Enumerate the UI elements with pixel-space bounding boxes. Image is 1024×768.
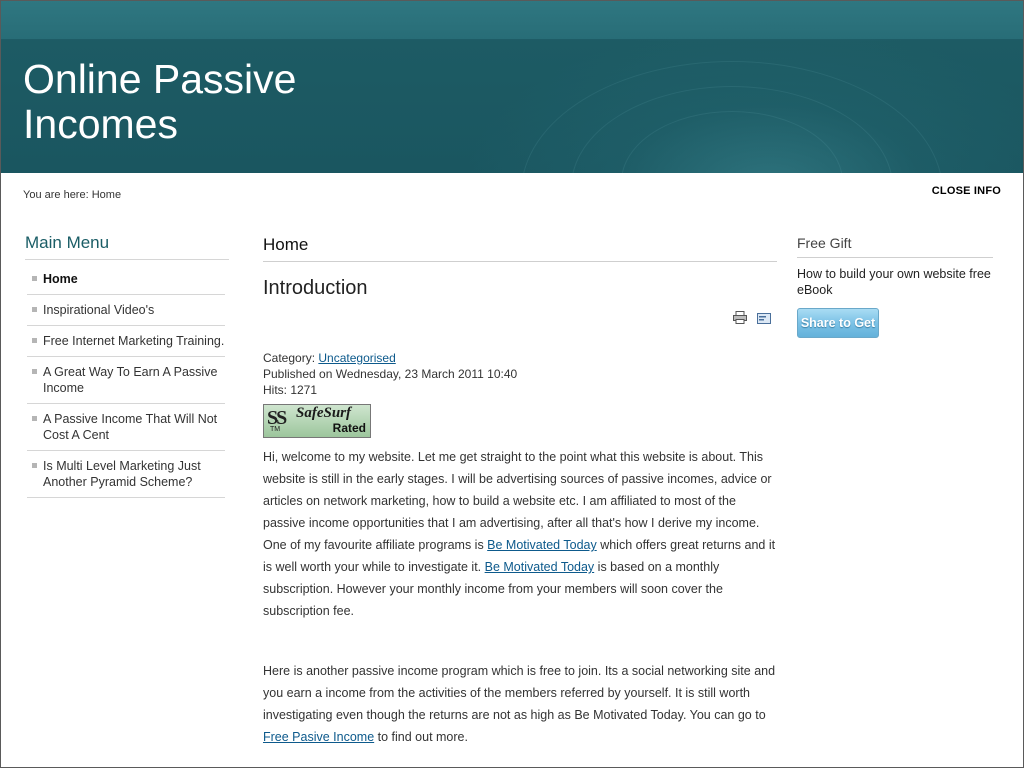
menu-item-great-way-to-earn[interactable]: A Great Way To Earn A Passive Income <box>27 357 225 404</box>
paragraph-2-text-b: to find out more. <box>374 730 468 744</box>
menu-item-passive-income-no-cost[interactable]: A Passive Income That Will Not Cost A Ce… <box>27 404 225 451</box>
menu-item-free-internet-marketing-training[interactable]: Free Internet Marketing Training. <box>27 326 225 357</box>
free-pasive-income-link[interactable]: Free Pasive Income <box>263 730 374 744</box>
category-link[interactable]: Uncategorised <box>318 351 395 365</box>
browser-page: Online Passive Incomes You are here: Hom… <box>0 0 1024 768</box>
paragraph-1: Hi, welcome to my website. Let me get st… <box>263 446 777 622</box>
free-gift-text: How to build your own website free eBook <box>797 267 991 297</box>
breadcrumb: You are here: Home <box>23 189 121 201</box>
main-menu-list: Home Inspirational Video's Free Internet… <box>23 264 225 498</box>
menu-item-multi-level-marketing[interactable]: Is Multi Level Marketing Just Another Py… <box>27 451 225 498</box>
article-title: Introduction <box>263 277 368 299</box>
badge-tm: TM <box>270 426 281 433</box>
email-icon[interactable] <box>757 311 771 329</box>
article-body: Hi, welcome to my website. Let me get st… <box>263 446 777 748</box>
badge-title: SafeSurf <box>296 405 352 421</box>
menu-item-inspirational-videos[interactable]: Inspirational Video's <box>27 295 225 326</box>
page-heading: Home <box>263 233 777 262</box>
main-content: Home Introduction Category: Uncategorise… <box>263 233 777 767</box>
main-menu: Main Menu Home Inspirational Video's Fre… <box>23 233 229 498</box>
site-header: Online Passive Incomes <box>1 1 1023 173</box>
site-title[interactable]: Online Passive Incomes <box>23 57 383 147</box>
article-icons <box>727 311 771 329</box>
close-info-button[interactable]: CLOSE INFO <box>932 185 1001 197</box>
category-label: Category: <box>263 351 316 365</box>
be-motivated-today-link[interactable]: Be Motivated Today <box>487 538 597 552</box>
be-motivated-today-link-2[interactable]: Be Motivated Today <box>485 560 595 574</box>
print-icon[interactable] <box>732 311 747 329</box>
share-to-get-button[interactable]: Share to Get <box>797 308 879 338</box>
breadcrumb-prefix: You are here: <box>23 189 89 201</box>
badge-rated: Rated <box>332 421 366 435</box>
paragraph-2: Here is another passive income program w… <box>263 660 777 748</box>
paragraph-1-text-a: Hi, welcome to my website. Let me get st… <box>263 450 772 552</box>
free-gift-title: Free Gift <box>797 233 993 258</box>
published-date: Published on Wednesday, 23 March 2011 10… <box>263 367 518 381</box>
main-menu-title: Main Menu <box>25 233 229 260</box>
paragraph-2-text-a: Here is another passive income program w… <box>263 664 776 722</box>
hits-count: Hits: 1271 <box>263 383 318 397</box>
right-sidebar: Free Gift How to build your own website … <box>797 233 993 338</box>
category-line: Category: Uncategorised <box>263 350 777 366</box>
safesurf-badge[interactable]: SS TM SafeSurf Rated <box>263 404 371 438</box>
breadcrumb-current: Home <box>91 189 122 201</box>
article-meta: Category: Uncategorised Published on Wed… <box>263 350 777 398</box>
menu-item-home[interactable]: Home <box>27 264 225 295</box>
